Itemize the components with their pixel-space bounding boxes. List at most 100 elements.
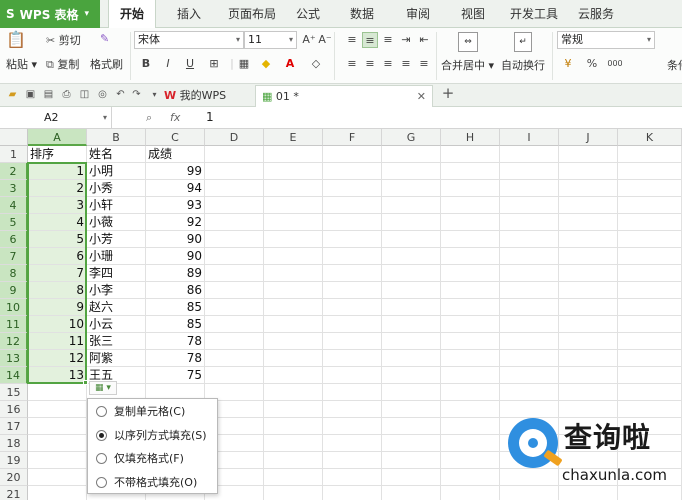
- cell-a2[interactable]: 1: [28, 163, 87, 180]
- clear-format-icon[interactable]: ◇: [308, 56, 324, 72]
- row-header-19[interactable]: 19: [0, 452, 28, 469]
- distribute-icon[interactable]: ≡: [416, 56, 432, 72]
- column-header-i[interactable]: I: [500, 129, 559, 146]
- grid-icon[interactable]: ▦: [236, 56, 252, 72]
- align-middle-icon[interactable]: ≡: [362, 32, 378, 48]
- print-icon[interactable]: ⎙: [60, 88, 73, 101]
- merge-center-button[interactable]: 合并居中 ▾: [441, 57, 494, 73]
- row-header-13[interactable]: 13: [0, 350, 28, 367]
- column-header-g[interactable]: G: [382, 129, 441, 146]
- cell-b9[interactable]: 小李: [87, 282, 146, 299]
- cell-a11[interactable]: 10: [28, 316, 87, 333]
- autofill-option-3[interactable]: 不带格式填充(O): [88, 471, 217, 494]
- fill-color-icon[interactable]: ◆: [258, 56, 274, 72]
- column-header-d[interactable]: D: [205, 129, 264, 146]
- radio-icon[interactable]: [96, 429, 107, 441]
- cell-a3[interactable]: 2: [28, 180, 87, 197]
- cell-c12[interactable]: 78: [146, 333, 205, 350]
- cell-a4[interactable]: 3: [28, 197, 87, 214]
- row-header-20[interactable]: 20: [0, 469, 28, 486]
- tab-review[interactable]: 审阅: [400, 0, 436, 28]
- tab-view[interactable]: 视图: [455, 0, 491, 28]
- cell-a10[interactable]: 9: [28, 299, 87, 316]
- tab-data[interactable]: 数据: [344, 0, 380, 28]
- row-header-9[interactable]: 9: [0, 282, 28, 299]
- align-left-icon[interactable]: ≡: [344, 56, 360, 72]
- currency-icon[interactable]: ¥: [560, 56, 576, 72]
- cell-a7[interactable]: 6: [28, 248, 87, 265]
- italic-button[interactable]: I: [160, 56, 176, 72]
- redo-icon[interactable]: ↷: [130, 88, 143, 101]
- tab-cloud[interactable]: 云服务: [572, 0, 620, 28]
- column-header-b[interactable]: B: [87, 129, 146, 146]
- indent-icon[interactable]: ⇥: [398, 32, 414, 48]
- select-all-corner[interactable]: [0, 129, 28, 146]
- cell-c13[interactable]: 78: [146, 350, 205, 367]
- row-header-21[interactable]: 21: [0, 486, 28, 500]
- cell-a5[interactable]: 4: [28, 214, 87, 231]
- column-header-e[interactable]: E: [264, 129, 323, 146]
- font-size-select[interactable]: 11 ▾: [244, 31, 297, 49]
- tab-formulas[interactable]: 公式: [290, 0, 326, 28]
- cell-b8[interactable]: 李四: [87, 265, 146, 282]
- cell-b5[interactable]: 小薇: [87, 214, 146, 231]
- cell-b11[interactable]: 小云: [87, 316, 146, 333]
- fill-handle[interactable]: [83, 380, 88, 385]
- row-header-14[interactable]: 14: [0, 367, 28, 384]
- cell-c4[interactable]: 93: [146, 197, 205, 214]
- cell-a6[interactable]: 5: [28, 231, 87, 248]
- zoom-icon[interactable]: ⌕: [146, 107, 152, 128]
- save-as-icon[interactable]: ▤: [42, 88, 55, 101]
- underline-button[interactable]: U: [182, 56, 198, 72]
- plus-icon[interactable]: +: [440, 86, 456, 101]
- cell-c3[interactable]: 94: [146, 180, 205, 197]
- thousands-button[interactable]: 000: [604, 56, 626, 72]
- autofill-options-button[interactable]: ▦ ▾: [89, 381, 117, 395]
- autofill-option-0[interactable]: 复制单元格(C): [88, 400, 217, 423]
- font-name-select[interactable]: 宋体 ▾: [134, 31, 244, 49]
- column-header-k[interactable]: K: [618, 129, 682, 146]
- cell-b3[interactable]: 小秀: [87, 180, 146, 197]
- cell-c8[interactable]: 89: [146, 265, 205, 282]
- preview-icon[interactable]: ◫: [78, 88, 91, 101]
- column-header-h[interactable]: H: [441, 129, 500, 146]
- font-shrink-button[interactable]: A⁻: [317, 32, 333, 48]
- tab-insert[interactable]: 插入: [168, 0, 210, 28]
- conditional-format-button[interactable]: 条件: [667, 57, 682, 73]
- cell-c10[interactable]: 85: [146, 299, 205, 316]
- outdent-icon[interactable]: ⇤: [416, 32, 432, 48]
- cell-c2[interactable]: 99: [146, 163, 205, 180]
- cell-a14[interactable]: 13: [28, 367, 87, 384]
- row-header-7[interactable]: 7: [0, 248, 28, 265]
- row-header-18[interactable]: 18: [0, 435, 28, 452]
- font-color-icon[interactable]: A: [282, 56, 298, 72]
- row-header-6[interactable]: 6: [0, 231, 28, 248]
- row-header-5[interactable]: 5: [0, 214, 28, 231]
- number-format-select[interactable]: 常规 ▾: [557, 31, 655, 49]
- radio-icon[interactable]: [96, 406, 107, 417]
- close-icon[interactable]: ✕: [417, 86, 426, 108]
- format-painter-button[interactable]: 格式刷: [90, 56, 123, 72]
- font-grow-button[interactable]: A⁺: [301, 32, 317, 48]
- column-header-j[interactable]: J: [559, 129, 618, 146]
- row-header-17[interactable]: 17: [0, 418, 28, 435]
- radio-icon[interactable]: [96, 453, 107, 464]
- row-header-1[interactable]: 1: [0, 146, 28, 163]
- justify-icon[interactable]: ≡: [398, 56, 414, 72]
- undo-icon[interactable]: ↶: [114, 88, 127, 101]
- app-menu-button[interactable]: S WPS 表格 ▾: [0, 0, 100, 28]
- column-header-c[interactable]: C: [146, 129, 205, 146]
- row-header-12[interactable]: 12: [0, 333, 28, 350]
- paste-button[interactable]: 粘贴 ▾: [6, 56, 37, 72]
- cell-a8[interactable]: 7: [28, 265, 87, 282]
- row-header-3[interactable]: 3: [0, 180, 28, 197]
- cell-a1[interactable]: 排序: [28, 146, 87, 163]
- tab-home[interactable]: 开始: [108, 0, 156, 29]
- row-header-8[interactable]: 8: [0, 265, 28, 282]
- copy-button[interactable]: ⧉ 复制: [46, 56, 79, 72]
- cell-a12[interactable]: 11: [28, 333, 87, 350]
- cell-b10[interactable]: 赵六: [87, 299, 146, 316]
- align-bottom-icon[interactable]: ≡: [380, 32, 396, 48]
- spell-icon[interactable]: ◎: [96, 88, 109, 101]
- align-center-icon[interactable]: ≡: [362, 56, 378, 72]
